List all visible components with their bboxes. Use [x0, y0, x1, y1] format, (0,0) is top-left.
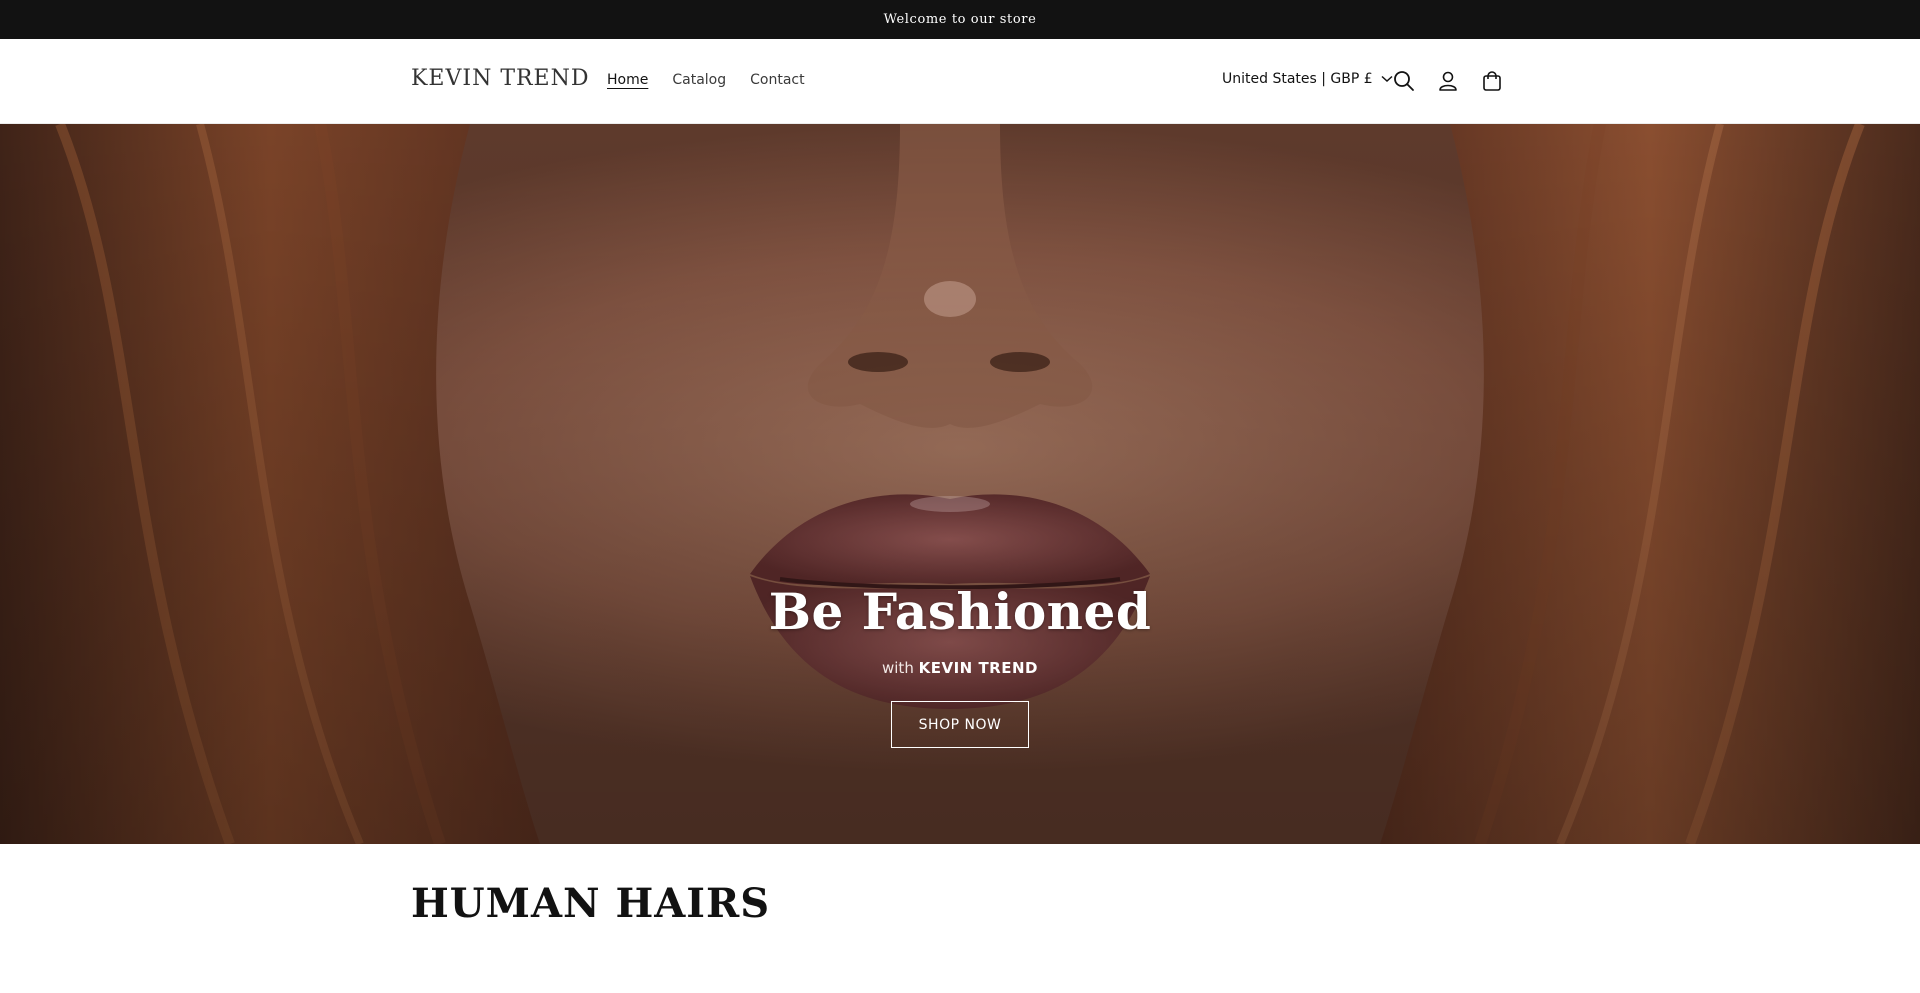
nav-home[interactable]: Home [607, 72, 648, 88]
account-icon[interactable] [1434, 67, 1462, 95]
announcement-bar: Welcome to our store [0, 0, 1920, 39]
cart-icon[interactable] [1478, 67, 1506, 95]
hero-subtitle: with KEVIN TREND [882, 659, 1038, 677]
main-nav: Home Catalog Contact [607, 72, 805, 88]
hero-subtitle-prefix: with [882, 659, 914, 677]
nav-catalog[interactable]: Catalog [672, 72, 726, 88]
nav-contact[interactable]: Contact [750, 72, 804, 88]
site-header: KEVIN TREND Home Catalog Contact United … [0, 39, 1920, 124]
search-icon[interactable] [1390, 67, 1418, 95]
hero-title: Be Fashioned [768, 582, 1152, 641]
locale-label: United States | GBP £ [1222, 71, 1373, 87]
shop-now-button[interactable]: SHOP NOW [891, 701, 1029, 748]
store-logo[interactable]: KEVIN TREND [411, 66, 590, 91]
hero-subtitle-brand: KEVIN TREND [918, 659, 1038, 677]
announcement-text: Welcome to our store [883, 12, 1037, 27]
hero-banner: Be Fashioned with KEVIN TREND SHOP NOW [0, 124, 1920, 844]
hero-content: Be Fashioned with KEVIN TREND SHOP NOW [0, 582, 1920, 748]
country-currency-selector[interactable]: United States | GBP £ [1222, 71, 1393, 87]
collection-title: HUMAN HAIRS [411, 880, 771, 927]
